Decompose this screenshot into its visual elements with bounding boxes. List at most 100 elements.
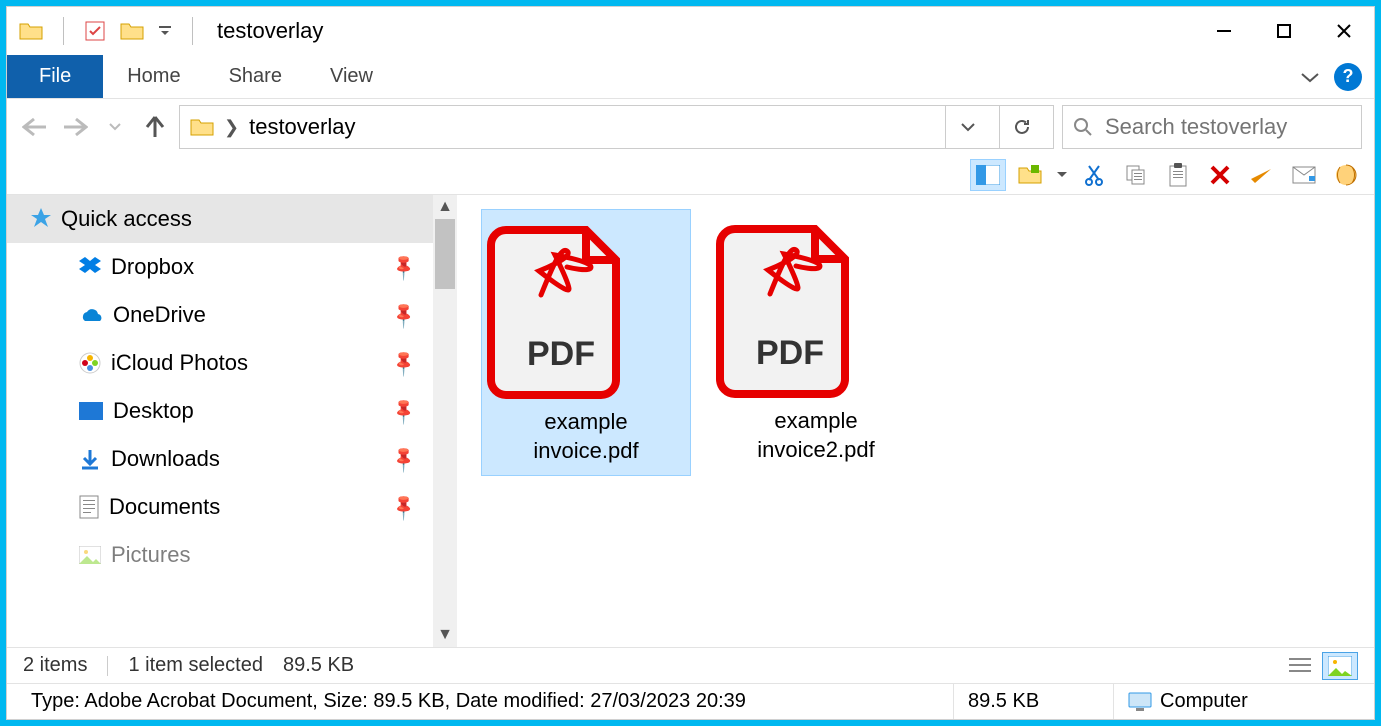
sidebar-label: Desktop [113,398,194,424]
address-bar[interactable]: ❯ testoverlay [179,105,1054,149]
sidebar-item-downloads[interactable]: Downloads 📌 [7,435,433,483]
documents-icon [79,495,99,519]
pdf-icon: PDF [715,219,917,399]
properties-icon[interactable] [84,20,106,42]
file-name: example invoice.pdf [486,408,686,465]
pin-icon: 📌 [388,300,419,331]
tab-home[interactable]: Home [103,55,204,98]
breadcrumb[interactable]: testoverlay [249,114,355,140]
window-title: testoverlay [217,18,323,44]
preview-pane-button[interactable] [970,159,1006,191]
sidebar-item-pictures[interactable]: Pictures [7,531,433,579]
ribbon-tabs: File Home Share View ? [7,55,1374,99]
search-input[interactable] [1105,114,1351,140]
recent-dropdown-icon[interactable] [99,111,131,143]
sidebar-label: Pictures [111,542,190,568]
tab-file[interactable]: File [7,55,103,98]
title-bar: testoverlay [7,7,1374,55]
sidebar-label: iCloud Photos [111,350,248,376]
file-explorer-window: testoverlay File Home Share View ? [6,6,1375,720]
help-icon[interactable]: ? [1334,63,1362,91]
sidebar-scrollbar[interactable]: ▲ ▼ [433,195,457,647]
sidebar-item-dropbox[interactable]: Dropbox 📌 [7,243,433,291]
item-count: 2 items [23,654,87,677]
scroll-up-icon[interactable]: ▲ [433,195,457,219]
pin-icon: 📌 [388,396,419,427]
close-button[interactable] [1314,7,1374,55]
svg-text:PDF: PDF [527,335,595,373]
sidebar-label: Dropbox [111,254,194,280]
star-icon [29,207,53,231]
thumbnails-view-button[interactable] [1322,652,1358,680]
qat-dropdown-icon[interactable] [158,24,172,38]
icloud-photos-icon [79,352,101,374]
scroll-down-icon[interactable]: ▼ [433,623,457,647]
back-button[interactable] [19,111,51,143]
sidebar-item-onedrive[interactable]: OneDrive 📌 [7,291,433,339]
pin-icon: 📌 [388,252,419,283]
downloads-icon [79,448,101,470]
address-dropdown-icon[interactable] [945,106,989,148]
up-button[interactable] [139,111,171,143]
file-name: example invoice2.pdf [715,407,917,464]
pin-icon: 📌 [388,444,419,475]
selection-size: 89.5 KB [283,654,354,677]
file-size: 89.5 KB [954,684,1114,719]
location-label: Computer [1160,690,1248,713]
toolbar [7,155,1374,195]
sidebar-quick-access[interactable]: Quick access [7,195,433,243]
details-bar: Type: Adobe Acrobat Document, Size: 89.5… [7,683,1374,719]
minimize-button[interactable] [1194,7,1254,55]
onedrive-icon [79,307,103,323]
sidebar-item-icloud[interactable]: iCloud Photos 📌 [7,339,433,387]
pin-icon: 📌 [388,348,419,379]
search-box[interactable] [1062,105,1362,149]
folder-small-icon[interactable] [120,21,144,41]
location-cell: Computer [1114,684,1364,719]
maximize-button[interactable] [1254,7,1314,55]
organize-dropdown-icon[interactable] [1054,159,1070,191]
file-list[interactable]: PDF example invoice.pdf PDF example invo… [457,195,1374,647]
paste-button[interactable] [1160,159,1196,191]
svg-text:PDF: PDF [756,334,824,372]
separator [107,656,108,676]
email-button[interactable] [1286,159,1322,191]
navigation-pane: Quick access Dropbox 📌 OneDrive 📌 [7,195,457,647]
collapse-ribbon-icon[interactable] [1292,59,1328,95]
separator [63,17,64,45]
file-item[interactable]: PDF example invoice.pdf [481,209,691,476]
copy-button[interactable] [1118,159,1154,191]
quick-access-toolbar [19,17,199,45]
desktop-icon [79,402,103,420]
selection-count: 1 item selected [128,654,263,677]
details-view-button[interactable] [1282,652,1318,680]
cut-button[interactable] [1076,159,1112,191]
computer-icon [1128,692,1152,712]
main-area: Quick access Dropbox 📌 OneDrive 📌 [7,195,1374,647]
sidebar-label: Downloads [111,446,220,472]
separator [192,17,193,45]
rename-button[interactable] [1244,159,1280,191]
tab-view[interactable]: View [306,55,397,98]
sidebar-label: OneDrive [113,302,206,328]
file-item[interactable]: PDF example invoice2.pdf [711,209,921,474]
chevron-right-icon[interactable]: ❯ [224,117,239,138]
sidebar-label: Documents [109,494,220,520]
folder-icon [190,117,214,137]
refresh-button[interactable] [999,106,1043,148]
pdf-icon: PDF [486,220,686,400]
delete-button[interactable] [1202,159,1238,191]
status-bar: 2 items 1 item selected 89.5 KB [7,647,1374,683]
shell-button[interactable] [1328,159,1364,191]
folder-icon [19,21,43,41]
search-icon [1073,117,1093,137]
pictures-icon [79,546,101,564]
sidebar-label: Quick access [61,206,192,232]
scroll-thumb[interactable] [435,219,455,289]
navigation-bar: ❯ testoverlay [7,99,1374,155]
organize-button[interactable] [1012,159,1048,191]
forward-button[interactable] [59,111,91,143]
sidebar-item-documents[interactable]: Documents 📌 [7,483,433,531]
sidebar-item-desktop[interactable]: Desktop 📌 [7,387,433,435]
tab-share[interactable]: Share [205,55,306,98]
